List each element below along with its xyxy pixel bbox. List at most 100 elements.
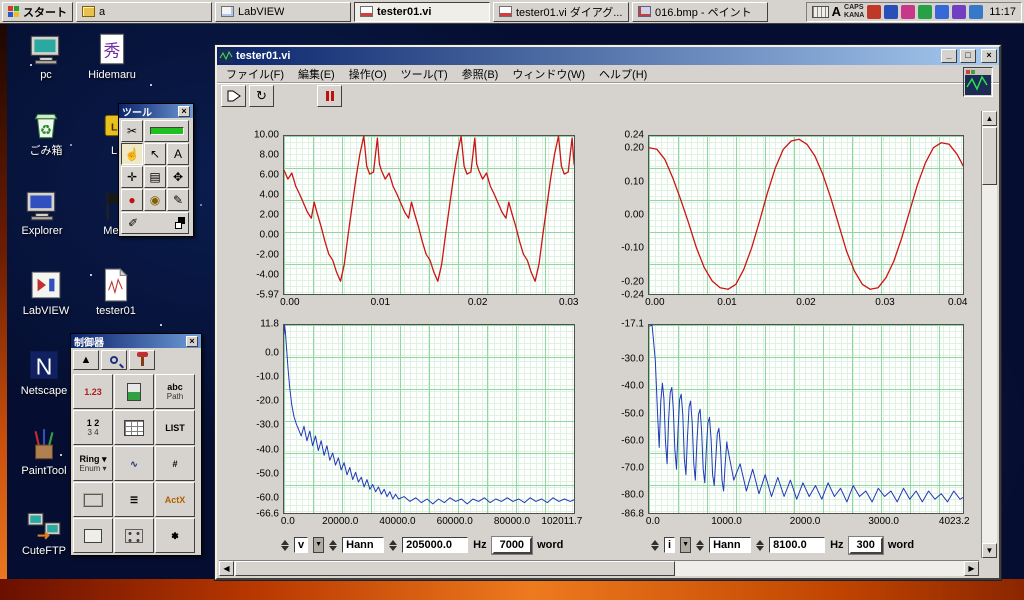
ring-enum-palette[interactable]: Ring ▾ Enum ▾ xyxy=(73,446,113,481)
taskbar-button-tester01-vi-[interactable]: tester01.vi ダイアグ... xyxy=(493,1,629,22)
scroll-left-icon[interactable]: ◀ xyxy=(219,561,234,576)
auto-tool-led[interactable] xyxy=(144,120,189,142)
maximize-button[interactable]: □ xyxy=(960,49,976,63)
scroll-tool[interactable]: ✥ xyxy=(167,166,189,188)
window-fn-ring[interactable]: Hann xyxy=(342,537,385,553)
menu-item[interactable]: 操作(O) xyxy=(342,64,394,84)
chevron-down-icon[interactable]: ▼ xyxy=(313,537,325,553)
minimize-button[interactable]: _ xyxy=(941,49,957,63)
keyboard-icon[interactable] xyxy=(811,5,829,18)
scroll-right-icon[interactable]: ▶ xyxy=(964,561,979,576)
string-path-palette[interactable]: abc Path xyxy=(155,374,195,409)
array-matrix-palette[interactable]: 1 23 4 xyxy=(73,410,113,445)
tray-app-icon-5[interactable] xyxy=(935,4,950,19)
chevron-down-icon[interactable]: ▼ xyxy=(680,537,692,553)
desktop-icon-netscape[interactable]: N Netscape xyxy=(12,346,76,397)
boolean-palette[interactable] xyxy=(114,374,154,409)
auto-tool-select[interactable]: ✂ xyxy=(121,120,143,142)
vi-icon-pane[interactable] xyxy=(963,67,993,97)
graph-palette[interactable]: ∿ xyxy=(114,446,154,481)
position-select-tool[interactable]: ↖ xyxy=(144,143,166,165)
word-count-field[interactable]: 7000 xyxy=(491,536,533,554)
scroll-up-icon[interactable]: ▲ xyxy=(982,111,997,126)
refnum-palette[interactable]: # xyxy=(155,446,195,481)
close-button[interactable]: × xyxy=(981,49,997,63)
tray-app-icon-3[interactable] xyxy=(901,4,916,19)
menu-item[interactable]: ツール(T) xyxy=(394,64,455,84)
menu-item[interactable]: ウィンドウ(W) xyxy=(505,64,592,84)
decorations-palette[interactable] xyxy=(73,482,113,517)
color-copy-tool[interactable]: ✎ xyxy=(167,189,189,211)
search-button[interactable] xyxy=(101,350,127,370)
shortcut-menu-tool[interactable]: ▤ xyxy=(144,166,166,188)
menu-item[interactable]: ヘルプ(H) xyxy=(592,64,654,84)
edit-text-tool[interactable]: A xyxy=(167,143,189,165)
waveform-graph-top-left[interactable]: 10.00 8.00 6.00 4.00 2.00 0.00 -2.00 -4.00 -5.97… xyxy=(239,128,583,318)
activex-palette[interactable]: ActX xyxy=(155,482,195,517)
tools-palette-titlebar[interactable]: ツール × xyxy=(119,104,193,119)
container-palette[interactable] xyxy=(73,518,113,553)
desktop-icon-recycle-bin[interactable]: ♻ ごみ箱 xyxy=(14,106,78,157)
listbox-palette[interactable]: LIST xyxy=(155,410,195,445)
taskbar-button-labview[interactable]: LabVIEW xyxy=(215,1,351,22)
taskbar-button-tester01-vi[interactable]: tester01.vi xyxy=(354,1,490,22)
desktop-icon-painttool[interactable]: PaintTool xyxy=(12,426,76,477)
horizontal-scroll-thumb[interactable] xyxy=(235,561,675,576)
tray-app-icon-2[interactable] xyxy=(884,4,899,19)
probe-tool[interactable]: ◉ xyxy=(144,189,166,211)
desktop-icon-explorer[interactable]: Explorer xyxy=(10,186,74,237)
menu-ring-palette[interactable]: ☰ xyxy=(114,482,154,517)
taskbar-button-016-bmp-[interactable]: 016.bmp - ペイント xyxy=(632,1,768,22)
channel-spinner[interactable] xyxy=(651,539,659,551)
channel-ring[interactable]: v xyxy=(294,537,309,553)
desktop-icon-cuteftp[interactable]: CuteFTP xyxy=(12,506,76,557)
ime-a-icon[interactable]: A xyxy=(832,4,841,19)
pause-button[interactable] xyxy=(317,85,342,107)
numeric-palette[interactable]: 1.23 xyxy=(73,374,113,409)
menu-item[interactable]: 編集(E) xyxy=(291,64,342,84)
sample-rate-spinner[interactable] xyxy=(756,539,765,551)
run-continuous-button[interactable]: ↻ xyxy=(249,85,274,107)
spectrum-graph-bottom-left[interactable]: 11.8 0.0 -10.0 -20.0 -30.0 -40.0 -50.0 -60.0 -66… xyxy=(239,317,583,537)
scroll-down-icon[interactable]: ▼ xyxy=(982,543,997,558)
desktop-icon-pc[interactable]: pc xyxy=(14,30,78,81)
close-icon[interactable]: × xyxy=(178,105,190,117)
vertical-scroll-thumb[interactable] xyxy=(982,127,997,185)
pin-button[interactable] xyxy=(129,350,155,370)
channel-ring[interactable]: i xyxy=(664,537,676,553)
controls-palette-titlebar[interactable]: 制御器 × xyxy=(71,334,201,349)
start-button[interactable]: スタート xyxy=(2,1,73,22)
set-color-tool[interactable]: ✐ xyxy=(121,212,189,234)
sample-rate-field[interactable]: 205000.0 xyxy=(402,537,469,553)
channel-spinner[interactable] xyxy=(281,539,289,551)
vertical-scrollbar[interactable]: ▲ ▼ xyxy=(981,111,997,558)
breakpoint-tool[interactable]: ● xyxy=(121,189,143,211)
tray-app-icon-4[interactable] xyxy=(918,4,933,19)
select-control-palette[interactable]: ✽ xyxy=(155,518,195,553)
run-button[interactable] xyxy=(221,85,246,107)
taskbar-button-a[interactable]: a xyxy=(76,1,212,22)
spectrum-graph-bottom-right[interactable]: -17.1 -30.0 -40.0 -50.0 -60.0 -70.0 -80.0 -86.8… xyxy=(604,317,972,537)
classic-palette[interactable] xyxy=(114,518,154,553)
window-fn-spinner[interactable] xyxy=(696,539,705,551)
table-palette[interactable] xyxy=(114,410,154,445)
close-icon[interactable]: × xyxy=(186,335,198,347)
word-count-field[interactable]: 300 xyxy=(848,536,883,554)
sample-rate-field[interactable]: 8100.0 xyxy=(769,537,826,553)
horizontal-scrollbar[interactable]: ◀ ▶ xyxy=(219,560,979,576)
sample-rate-spinner[interactable] xyxy=(389,539,398,551)
tray-volume-icon[interactable] xyxy=(969,4,984,19)
desktop-icon-labview[interactable]: LabVIEW xyxy=(14,266,78,317)
operate-value-tool[interactable]: ☝ xyxy=(121,143,143,165)
desktop-icon-hidemaru[interactable]: 秀 Hidemaru xyxy=(80,30,144,81)
vi-window-titlebar[interactable]: tester01.vi _ □ × xyxy=(217,47,999,65)
window-fn-spinner[interactable] xyxy=(329,539,338,551)
tray-app-icon-6[interactable] xyxy=(952,4,967,19)
wiring-tool[interactable]: ✛ xyxy=(121,166,143,188)
up-level-button[interactable]: ▲ xyxy=(73,350,99,370)
waveform-graph-top-right[interactable]: 0.24 0.20 0.10 0.00 -0.10 -0.20 -0.24 0.00 0.01 0… xyxy=(604,128,972,318)
window-fn-ring[interactable]: Hann xyxy=(709,537,752,553)
tray-app-icon-1[interactable] xyxy=(867,4,882,19)
menu-item[interactable]: 参照(B) xyxy=(455,64,506,84)
menu-item[interactable]: ファイル(F) xyxy=(219,64,291,84)
